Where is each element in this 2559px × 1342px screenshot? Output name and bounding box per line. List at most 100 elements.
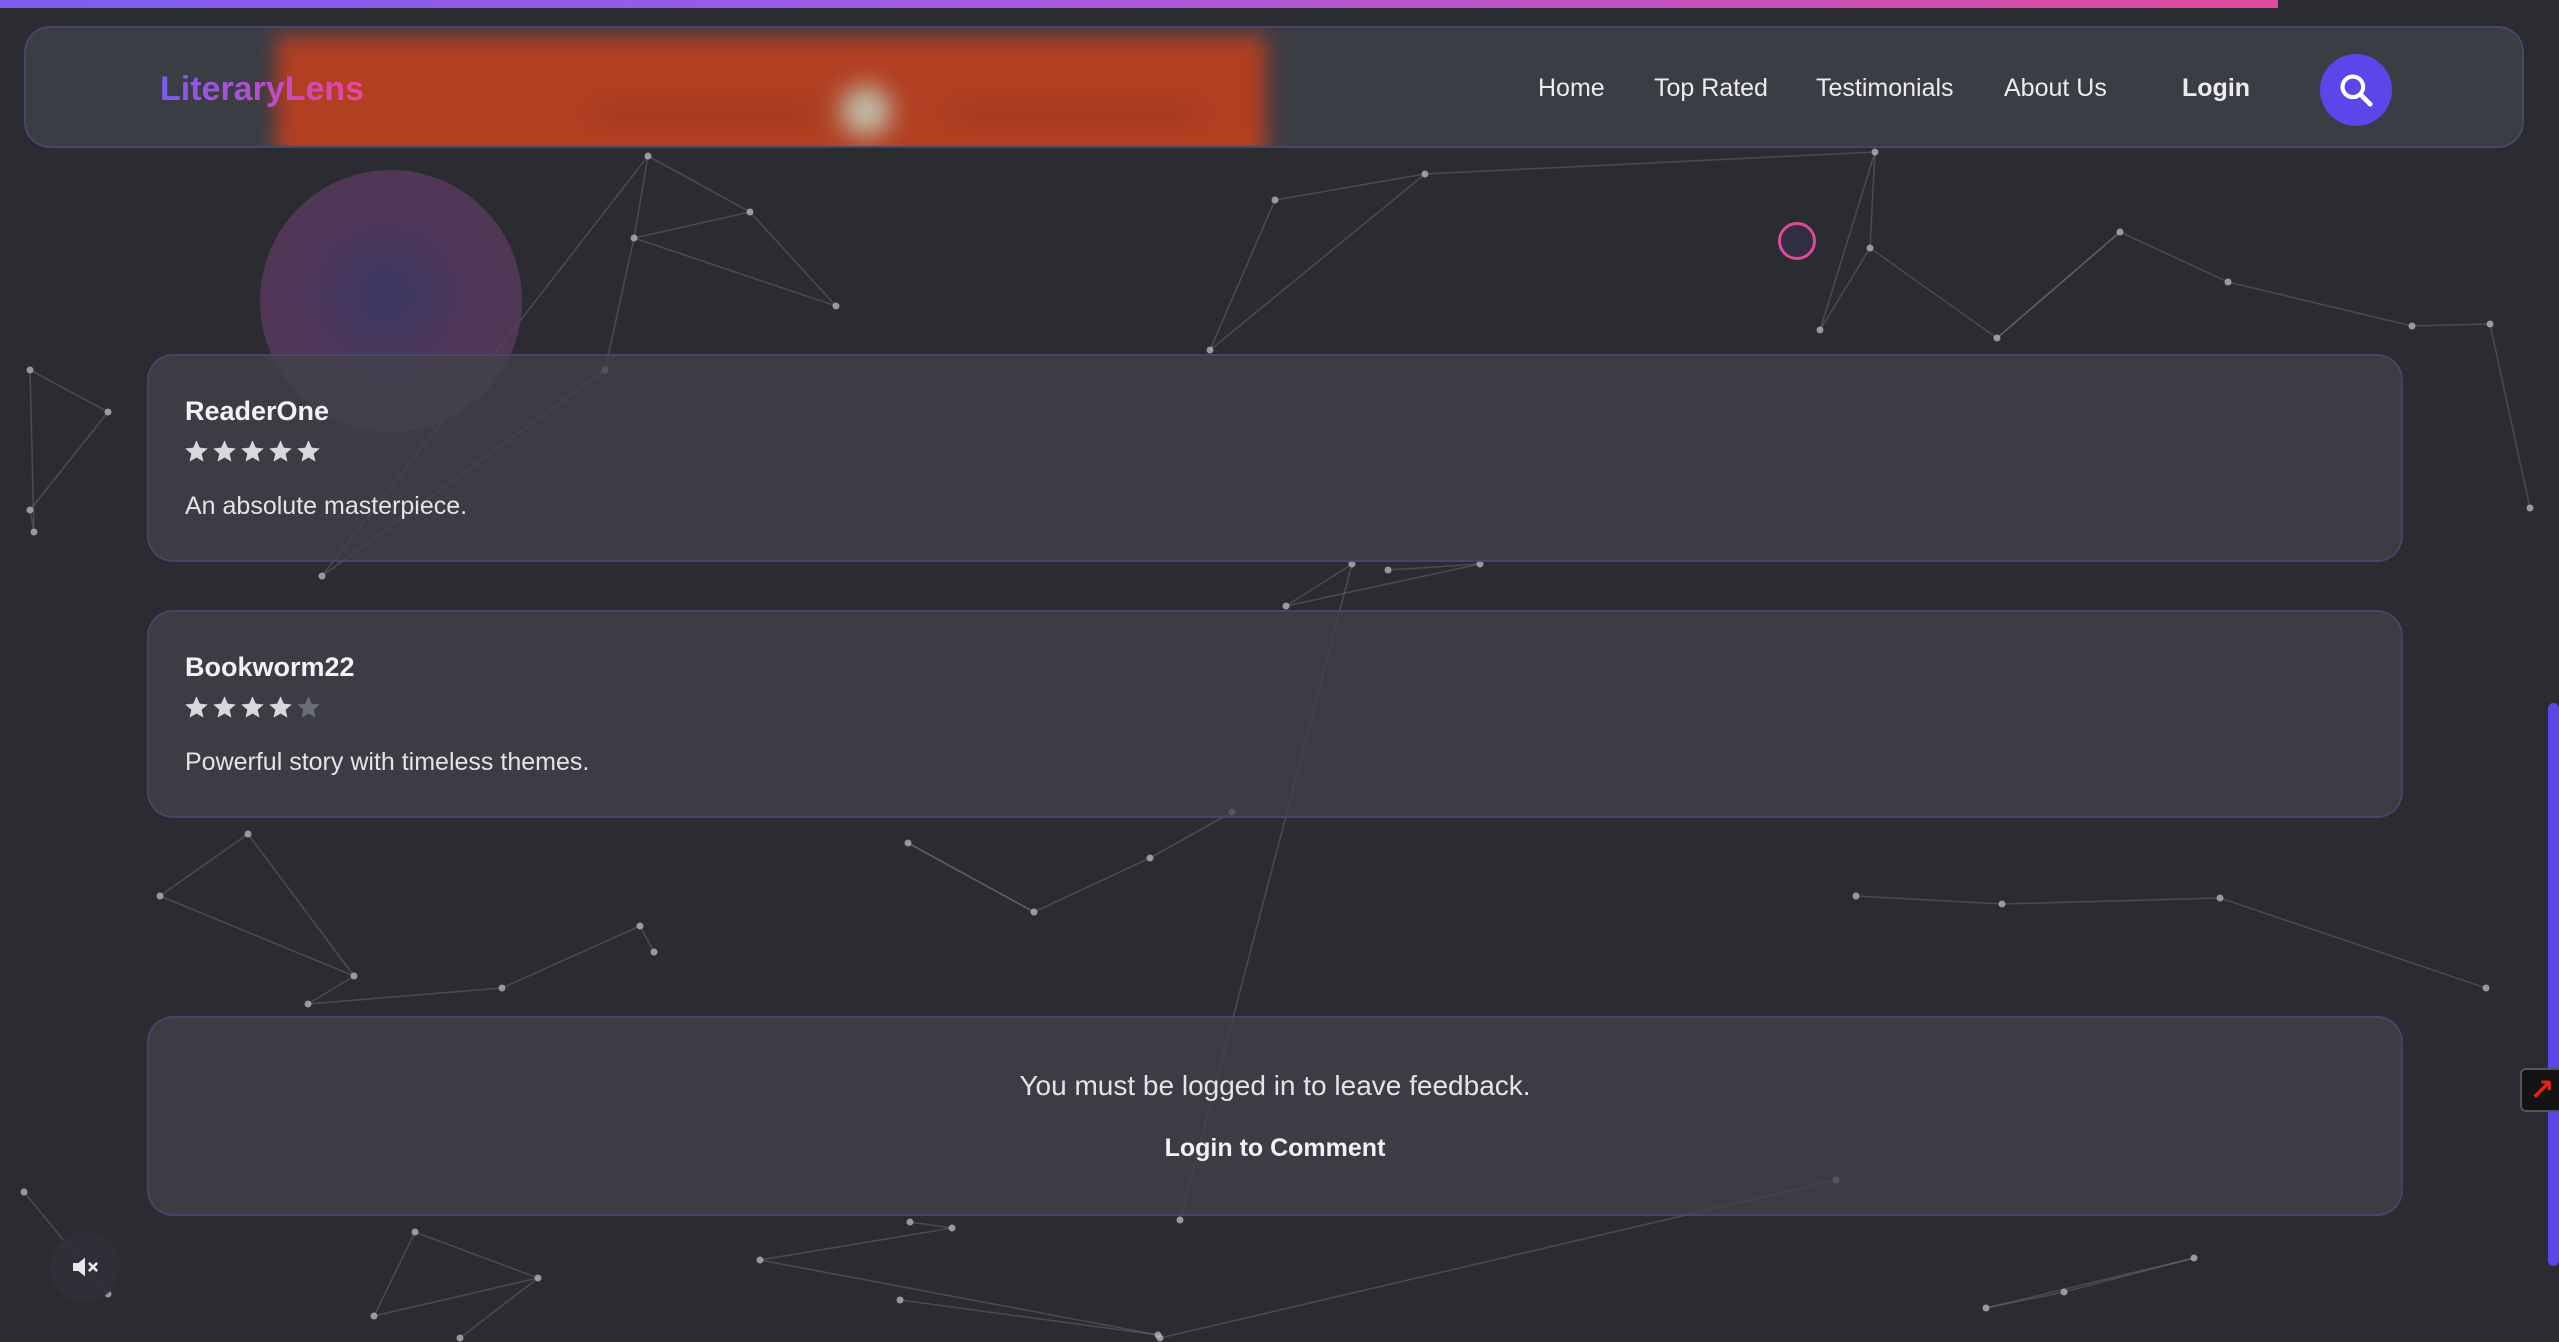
network-node	[1271, 196, 1279, 204]
cursor-ring	[1778, 222, 1816, 260]
nav-testimonials[interactable]: Testimonials	[1816, 74, 1954, 103]
star-filled-icon	[185, 440, 208, 462]
network-line	[909, 1221, 953, 1229]
network-line	[907, 842, 1035, 913]
network-line	[2411, 323, 2491, 327]
network-line	[501, 925, 641, 989]
star-filled-icon	[185, 696, 208, 718]
network-line	[2489, 323, 2531, 509]
network-node	[756, 1256, 764, 1264]
network-line	[307, 975, 355, 1005]
network-node	[2408, 322, 2416, 330]
network-line	[159, 833, 249, 897]
network-line	[307, 987, 503, 1005]
scrollbar-thumb[interactable]	[2548, 703, 2559, 1266]
network-node	[350, 972, 358, 980]
network-node	[948, 1224, 956, 1232]
network-line	[2219, 897, 2487, 989]
network-line	[29, 369, 109, 413]
network-node	[1982, 1304, 1990, 1312]
network-line	[1424, 151, 1876, 175]
network-line	[639, 925, 655, 953]
network-node	[30, 528, 38, 536]
star-filled-icon	[269, 696, 292, 718]
network-node	[1146, 854, 1154, 862]
search-button[interactable]	[2320, 54, 2392, 126]
extension-badge-icon[interactable]: ↗	[2520, 1068, 2559, 1112]
star-rating	[183, 438, 322, 465]
network-line	[759, 1259, 1159, 1336]
network-line	[1855, 895, 2003, 905]
network-node	[1816, 326, 1824, 334]
network-line	[1209, 173, 1426, 351]
network-node	[411, 1228, 419, 1236]
network-line	[1819, 247, 1871, 331]
review-text: An absolute masterpiece.	[185, 492, 468, 520]
network-node	[156, 892, 164, 900]
review-author: Bookworm22	[185, 652, 355, 682]
network-node	[1156, 1334, 1164, 1342]
network-node	[832, 302, 840, 310]
network-node	[104, 408, 112, 416]
login-required-message: You must be logged in to leave feedback.	[1019, 1070, 1531, 1101]
login-prompt-card: You must be logged in to leave feedback.…	[147, 1016, 2403, 1216]
network-node	[906, 1218, 914, 1226]
star-filled-icon	[297, 440, 320, 462]
network-line	[1819, 151, 1876, 331]
star-filled-icon	[213, 696, 236, 718]
network-line	[1285, 563, 1481, 607]
network-line	[1996, 231, 2121, 339]
network-line	[899, 1299, 1159, 1336]
network-line	[633, 155, 649, 239]
network-line	[373, 1231, 416, 1317]
network-node	[318, 572, 326, 580]
network-node	[26, 506, 34, 514]
search-icon	[2340, 74, 2373, 107]
network-node	[26, 366, 34, 374]
network-node	[304, 1000, 312, 1008]
network-node	[2060, 1288, 2068, 1296]
network-line	[1149, 811, 1233, 859]
network-node	[904, 839, 912, 847]
network-line	[1869, 247, 1998, 339]
network-node	[20, 1188, 28, 1196]
review-card: ReaderOne An absolute masterpiece.	[147, 354, 2403, 562]
nav-home[interactable]: Home	[1538, 74, 1605, 103]
star-rating	[183, 694, 322, 721]
network-node	[2216, 894, 2224, 902]
mute-icon	[73, 1257, 98, 1277]
network-node	[636, 922, 644, 930]
network-node	[650, 948, 658, 956]
nav-about-us[interactable]: About Us	[2004, 74, 2107, 103]
network-node	[1206, 346, 1214, 354]
brand-logo[interactable]: LiteraryLens	[160, 70, 364, 109]
review-card: Bookworm22 Powerful story with timeless …	[147, 610, 2403, 818]
network-node	[2116, 228, 2124, 236]
network-line	[1985, 1257, 2195, 1309]
network-node	[1421, 170, 1429, 178]
login-to-comment-button[interactable]: Login to Comment	[149, 1134, 2401, 1163]
network-node	[644, 152, 652, 160]
network-node	[1993, 334, 2001, 342]
network-line	[759, 1227, 953, 1261]
network-node	[1998, 900, 2006, 908]
network-line	[1209, 199, 1276, 351]
network-node	[534, 1274, 542, 1282]
mute-button[interactable]	[50, 1232, 120, 1302]
redacted-overlay	[276, 36, 1266, 146]
star-empty-icon	[297, 696, 320, 718]
network-line	[1033, 857, 1151, 913]
nav-top-rated[interactable]: Top Rated	[1654, 74, 1768, 103]
network-node	[1384, 566, 1392, 574]
network-line	[2001, 897, 2221, 905]
network-node	[2526, 504, 2534, 512]
login-link[interactable]: Login	[2182, 74, 2250, 103]
review-author: ReaderOne	[185, 396, 330, 426]
network-node	[1176, 1216, 1184, 1224]
network-node	[2482, 984, 2490, 992]
network-node	[498, 984, 506, 992]
network-node	[456, 1334, 464, 1342]
network-line	[633, 211, 751, 239]
star-filled-icon	[241, 696, 264, 718]
network-line	[414, 1231, 539, 1279]
